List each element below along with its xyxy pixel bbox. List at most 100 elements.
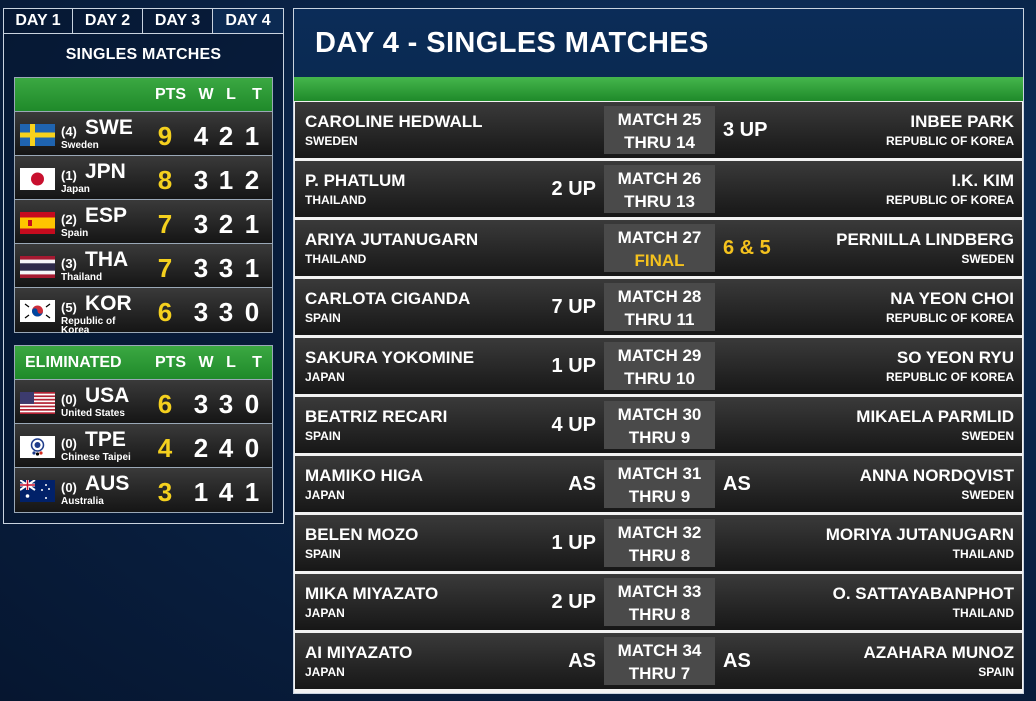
- player1-score: AS: [568, 650, 596, 672]
- team-ties: 1: [244, 477, 260, 507]
- match-number: MATCH 32: [617, 523, 702, 542]
- player1-score: 2 UP: [551, 178, 596, 200]
- player2-score: 6 & 5: [723, 237, 771, 259]
- tab-day-1[interactable]: DAY 1: [4, 9, 73, 33]
- team-code: JPN: [85, 160, 126, 183]
- team-row-esp: (2) ESP Spain 7 3 2 1: [15, 200, 272, 244]
- team-code: TPE: [85, 428, 126, 451]
- player2-country: REPUBLIC OF KOREA: [885, 370, 1014, 384]
- match-row: CAROLINE HEDWALL SWEDEN MATCH 25 THRU 14 3 U…: [295, 102, 1022, 158]
- team-ties: 0: [244, 297, 260, 327]
- team-row-jpn: (1) JPN Japan 8 3 1 2: [15, 156, 272, 200]
- tab-day-2[interactable]: DAY 2: [73, 9, 143, 33]
- player2-country: REPUBLIC OF KOREA: [885, 193, 1014, 207]
- eliminated-table: ELIMINATED PTS W L T (0) USA United States…: [14, 345, 273, 513]
- player1-name: P. PHATLUM: [305, 171, 406, 190]
- day-tabs: DAY 1 DAY 2 DAY 3 DAY 4: [4, 9, 283, 34]
- player2-name: MORIYA JUTANUGARN: [825, 525, 1014, 544]
- team-row-kor: (5) KOR Republic of Korea 6 3 3 0: [15, 288, 272, 336]
- team-points: 4: [157, 433, 173, 463]
- team-losses: 3: [218, 253, 234, 283]
- player2-name: O. SATTAYABANPHOT: [832, 584, 1014, 603]
- player1-score: AS: [568, 473, 596, 495]
- header-t: T: [252, 353, 262, 371]
- match-row: BEATRIZ RECARI SPAIN 4 UP MATCH 30 THRU 9 MIK…: [295, 397, 1022, 453]
- eliminated-header: ELIMINATED PTS W L T: [15, 346, 272, 380]
- player2-score: AS: [723, 473, 751, 495]
- match-number: MATCH 33: [617, 582, 702, 601]
- team-wins: 4: [193, 121, 209, 151]
- team-seed: (5): [61, 300, 77, 315]
- team-losses: 1: [218, 165, 234, 195]
- player1-name: CAROLINE HEDWALL: [305, 112, 483, 131]
- match-status-box: MATCH 29 THRU 10: [604, 342, 715, 390]
- player2-country: SWEDEN: [961, 252, 1014, 266]
- tab-day-4[interactable]: DAY 4: [213, 9, 283, 33]
- team-row-swe: (4) SWE Sweden 9 4 2 1: [15, 112, 272, 156]
- match-status: THRU 8: [628, 605, 691, 624]
- tab-day-3[interactable]: DAY 3: [143, 9, 213, 33]
- player1-score: 4 UP: [551, 414, 596, 436]
- match-number: MATCH 26: [617, 169, 702, 188]
- player2-country: REPUBLIC OF KOREA: [885, 311, 1014, 325]
- team-row-usa: (0) USA United States 6 3 3 0: [15, 380, 272, 424]
- team-losses: 2: [218, 121, 234, 151]
- match-number: MATCH 31: [617, 464, 702, 483]
- player1-name: BEATRIZ RECARI: [305, 407, 448, 426]
- korea-flag-icon: [20, 300, 55, 322]
- team-code: THA: [85, 248, 129, 271]
- player2-country: REPUBLIC OF KOREA: [885, 134, 1014, 148]
- match-status-box: MATCH 32 THRU 8: [604, 519, 715, 567]
- player2-score: 3 UP: [723, 119, 768, 141]
- match-row: AI MIYAZATO JAPAN AS MATCH 34 THRU 7 AS AZAHAR…: [295, 633, 1022, 689]
- player2-name: AZAHARA MUNOZ: [863, 643, 1014, 662]
- player1-score: 1 UP: [551, 355, 596, 377]
- match-status: THRU 13: [624, 192, 695, 211]
- team-row-aus: (0) AUS Australia 3 1 4 1: [15, 468, 272, 512]
- match-row: MIKA MIYAZATO JAPAN 2 UP MATCH 33 THRU 8 O. S…: [295, 574, 1022, 630]
- match-status-box: MATCH 25 THRU 14: [604, 106, 715, 154]
- match-status: THRU 9: [628, 487, 691, 506]
- match-row: BELEN MOZO SPAIN 1 UP MATCH 32 THRU 8 MORIYA …: [295, 515, 1022, 571]
- team-code: ESP: [85, 204, 128, 227]
- header-w: W: [198, 85, 214, 103]
- team-ties: 0: [244, 433, 260, 463]
- player1-name: SAKURA YOKOMINE: [305, 348, 475, 367]
- player2-name: NA YEON CHOI: [890, 289, 1014, 308]
- team-wins: 3: [193, 389, 209, 419]
- player1-name: MAMIKO HIGA: [305, 466, 424, 485]
- standings-header: PTS W L T: [15, 78, 272, 112]
- match-status: THRU 14: [624, 133, 695, 152]
- header-pts: PTS: [154, 353, 187, 371]
- team-code: USA: [85, 384, 130, 407]
- team-ties: 1: [244, 121, 260, 151]
- player1-country: SPAIN: [305, 311, 341, 325]
- player2-country: THAILAND: [952, 606, 1014, 620]
- thailand-flag-icon: [20, 256, 55, 278]
- player2-name: ANNA NORDQVIST: [859, 466, 1014, 485]
- team-losses: 2: [218, 209, 234, 239]
- match-row: CARLOTA CIGANDA SPAIN 7 UP MATCH 28 THRU 11 N…: [295, 279, 1022, 335]
- green-divider: [294, 77, 1023, 101]
- header-l: L: [226, 85, 236, 103]
- spain-flag-icon: [20, 212, 55, 234]
- panel-title: SINGLES MATCHES: [65, 46, 222, 63]
- sweden-flag-icon: [20, 124, 55, 146]
- match-status: THRU 7: [628, 664, 691, 683]
- team-seed: (1): [61, 168, 77, 183]
- team-country-name: Japan: [61, 184, 90, 195]
- player2-name: PERNILLA LINDBERG: [836, 230, 1014, 249]
- match-status-box: MATCH 33 THRU 8: [604, 578, 715, 626]
- team-seed: (0): [61, 480, 77, 495]
- team-code: AUS: [85, 472, 130, 495]
- player1-country: SPAIN: [305, 429, 341, 443]
- player1-name: MIKA MIYAZATO: [305, 584, 439, 603]
- match-row: P. PHATLUM THAILAND 2 UP MATCH 26 THRU 13 I.K…: [295, 161, 1022, 217]
- team-code: KOR: [85, 292, 132, 315]
- player2-name: MIKAELA PARMLID: [856, 407, 1014, 426]
- team-points: 7: [157, 253, 173, 283]
- match-status: THRU 11: [624, 310, 695, 329]
- player1-country: THAILAND: [305, 252, 367, 266]
- team-seed: (3): [61, 256, 77, 271]
- team-country-name: Chinese Taipei: [61, 452, 131, 463]
